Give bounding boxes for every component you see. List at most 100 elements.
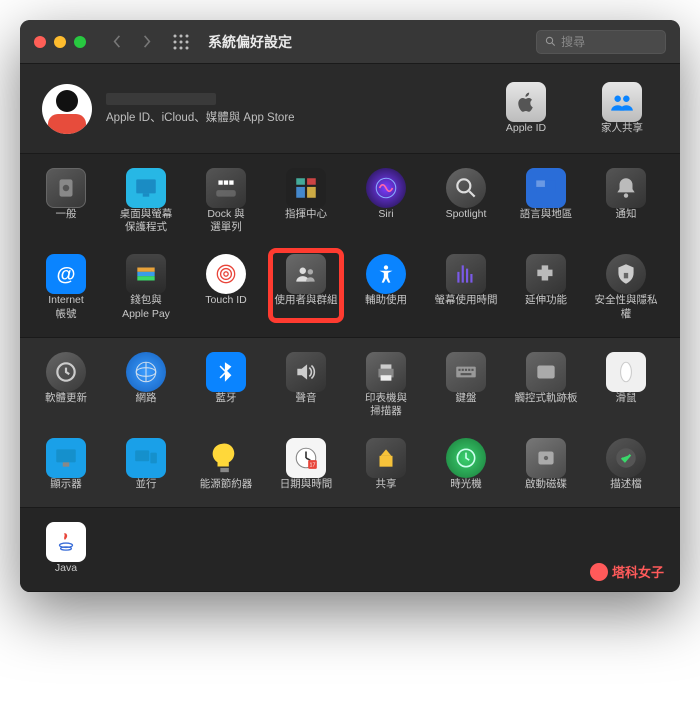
close-button[interactable]: [34, 36, 46, 48]
pref-java[interactable]: Java: [30, 522, 102, 575]
spotlight-icon: [446, 168, 486, 208]
desktop-icon: [126, 168, 166, 208]
pref-display-label: 顯示器: [50, 478, 82, 491]
pref-keyboard[interactable]: 鍵盤: [430, 352, 502, 418]
printer-icon: [366, 352, 406, 392]
pref-mouse-label: 滑鼠: [616, 392, 637, 405]
pref-notif[interactable]: 通知: [590, 168, 662, 234]
pref-trackpad-label: 觸控式軌跡板: [515, 392, 578, 405]
pref-screentime-label: 螢幕使用時間: [435, 294, 498, 307]
pref-access-label: 輔助使用: [365, 294, 407, 307]
minimize-button[interactable]: [54, 36, 66, 48]
ext-icon: [526, 254, 566, 294]
pref-spotlight-label: Spotlight: [446, 208, 487, 221]
forward-button[interactable]: [136, 31, 158, 53]
pref-network[interactable]: 網路: [110, 352, 182, 418]
network-icon: [126, 352, 166, 392]
security-icon: [606, 254, 646, 294]
window-title: 系統偏好設定: [208, 32, 292, 52]
pref-timemachine-label: 時光機: [450, 478, 482, 491]
pref-profile[interactable]: 描述檔: [590, 438, 662, 491]
pref-screentime[interactable]: 螢幕使用時間: [430, 254, 502, 320]
pref-java-label: Java: [55, 562, 77, 575]
pref-family[interactable]: 家人共享: [586, 82, 658, 135]
show-all-button[interactable]: [168, 31, 194, 53]
account-info[interactable]: Apple ID、iCloud、媒體與 App Store: [106, 93, 490, 125]
pref-startup[interactable]: 啟動磁碟: [510, 438, 582, 491]
sharing-icon: [366, 438, 406, 478]
search-field[interactable]: [536, 30, 666, 54]
pref-spotlight[interactable]: Spotlight: [430, 168, 502, 234]
pref-mission[interactable]: 指揮中心: [270, 168, 342, 234]
general-icon: [46, 168, 86, 208]
startup-icon: [526, 438, 566, 478]
pref-users[interactable]: 使用者與群組: [270, 254, 342, 320]
search-icon: [545, 35, 556, 48]
touchid-icon: [206, 254, 246, 294]
titlebar: 系統偏好設定: [20, 20, 680, 64]
pref-sharing[interactable]: 共享: [350, 438, 422, 491]
pref-printer[interactable]: 印表機與 掃描器: [350, 352, 422, 418]
pref-internet[interactable]: @Internet 帳號: [30, 254, 102, 320]
pref-sidecar[interactable]: 並行: [110, 438, 182, 491]
pref-update[interactable]: 軟體更新: [30, 352, 102, 418]
section-0: 一般 桌面與螢幕 保護程式 Dock 與 選單列指揮中心Siri Spotlight 語…: [20, 154, 680, 338]
pref-datetime[interactable]: 17日期與時間: [270, 438, 342, 491]
dock-icon: [206, 168, 246, 208]
appleid-icon: [506, 82, 546, 122]
watermark: 塔科女子: [590, 562, 664, 581]
svg-text:@: @: [56, 264, 75, 286]
pref-dock[interactable]: Dock 與 選單列: [190, 168, 262, 234]
family-icon: [602, 82, 642, 122]
pref-general-label: 一般: [56, 208, 77, 221]
sidecar-icon: [126, 438, 166, 478]
timemachine-icon: [446, 438, 486, 478]
pref-mouse[interactable]: 滑鼠: [590, 352, 662, 418]
section-1: 軟體更新網路藍牙聲音印表機與 掃描器鍵盤觸控式軌跡板滑鼠顯示器並行能源節約器17…: [20, 338, 680, 508]
pref-dock-label: Dock 與 選單列: [207, 208, 244, 234]
pref-trackpad[interactable]: 觸控式軌跡板: [510, 352, 582, 418]
pref-update-label: 軟體更新: [45, 392, 87, 405]
pref-access[interactable]: 輔助使用: [350, 254, 422, 320]
pref-touchid[interactable]: Touch ID: [190, 254, 262, 320]
back-button[interactable]: [106, 31, 128, 53]
bt-icon: [206, 352, 246, 392]
pref-profile-label: 描述檔: [610, 478, 642, 491]
pref-sidecar-label: 並行: [136, 478, 157, 491]
pref-bt-label: 藍牙: [216, 392, 237, 405]
pref-bt[interactable]: 藍牙: [190, 352, 262, 418]
pref-siri[interactable]: Siri: [350, 168, 422, 234]
pref-lang[interactable]: 語言與地區: [510, 168, 582, 234]
trackpad-icon: [526, 352, 566, 392]
pref-ext[interactable]: 延伸功能: [510, 254, 582, 320]
zoom-button[interactable]: [74, 36, 86, 48]
pref-sharing-label: 共享: [376, 478, 397, 491]
pref-appleid[interactable]: Apple ID: [490, 82, 562, 135]
screentime-icon: [446, 254, 486, 294]
pref-lang-label: 語言與地區: [520, 208, 573, 221]
lang-icon: [526, 168, 566, 208]
pref-timemachine[interactable]: 時光機: [430, 438, 502, 491]
search-input[interactable]: [561, 35, 657, 49]
update-icon: [46, 352, 86, 392]
energy-icon: [206, 438, 246, 478]
pref-desktop[interactable]: 桌面與螢幕 保護程式: [110, 168, 182, 234]
pref-family-label: 家人共享: [601, 122, 643, 135]
system-preferences-window: 系統偏好設定 Apple ID、iCloud、媒體與 App Store App…: [20, 20, 680, 592]
window-controls: [34, 36, 86, 48]
internet-icon: @: [46, 254, 86, 294]
pref-energy[interactable]: 能源節約器: [190, 438, 262, 491]
java-icon: [46, 522, 86, 562]
pref-sound[interactable]: 聲音: [270, 352, 342, 418]
user-avatar[interactable]: [42, 84, 92, 134]
mission-icon: [286, 168, 326, 208]
users-icon: [286, 254, 326, 294]
pref-security[interactable]: 安全性與隱私權: [590, 254, 662, 320]
pref-users-label: 使用者與群組: [275, 294, 338, 307]
svg-text:17: 17: [309, 463, 315, 469]
section-2: Java 塔科女子: [20, 508, 680, 592]
pref-security-label: 安全性與隱私權: [590, 294, 662, 320]
pref-wallet[interactable]: 錢包與 Apple Pay: [110, 254, 182, 320]
pref-display[interactable]: 顯示器: [30, 438, 102, 491]
pref-general[interactable]: 一般: [30, 168, 102, 234]
